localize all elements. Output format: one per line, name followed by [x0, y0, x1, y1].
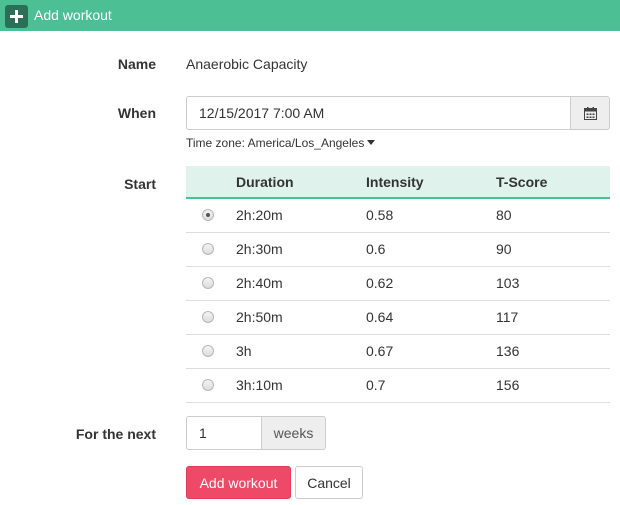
caret-down-icon — [367, 140, 376, 145]
column-header-tscore: T-Score — [496, 166, 610, 199]
weeks-count-input[interactable] — [186, 416, 262, 450]
column-header-duration: Duration — [236, 166, 366, 199]
table-header-row: Duration Intensity T-Score — [186, 166, 610, 199]
cell-intensity: 0.6 — [366, 232, 496, 267]
radio-button[interactable] — [202, 311, 214, 323]
table-row[interactable]: 2h:50m 0.64 117 — [186, 300, 610, 335]
cell-duration: 2h:20m — [236, 198, 366, 233]
plus-icon — [5, 5, 28, 28]
when-label: When — [117, 105, 156, 121]
table-row[interactable]: 2h:20m 0.58 80 — [186, 198, 610, 233]
radio-button[interactable] — [202, 345, 214, 357]
start-options-table: Duration Intensity T-Score 2h:20m 0.58 8… — [186, 166, 610, 403]
table-row[interactable]: 3h:10m 0.7 156 — [186, 368, 610, 403]
cell-intensity: 0.64 — [366, 300, 496, 335]
calendar-button[interactable] — [570, 96, 610, 130]
timezone-dropdown[interactable]: Time zone: America/Los_Angeles — [186, 136, 376, 150]
cell-intensity: 0.67 — [366, 334, 496, 369]
cell-tscore: 117 — [496, 300, 610, 335]
radio-button[interactable] — [202, 243, 214, 255]
page-title: Add workout — [34, 7, 112, 23]
radio-button[interactable] — [202, 209, 214, 222]
cell-intensity: 0.62 — [366, 266, 496, 301]
workout-name: Anaerobic Capacity — [186, 56, 308, 72]
cancel-button[interactable]: Cancel — [295, 466, 363, 499]
weeks-unit-label: weeks — [261, 416, 326, 450]
radio-button[interactable] — [202, 379, 214, 391]
add-workout-button[interactable]: Add workout — [186, 466, 291, 499]
cell-tscore: 156 — [496, 368, 610, 403]
timezone-text: Time zone: America/Los_Angeles — [186, 136, 365, 150]
cell-intensity: 0.58 — [366, 198, 496, 233]
for-next-label: For the next — [75, 426, 156, 442]
date-time-input[interactable] — [186, 96, 571, 130]
cell-tscore: 80 — [496, 198, 610, 233]
calendar-icon — [584, 107, 597, 120]
cell-duration: 3h:10m — [236, 368, 366, 403]
table-row[interactable]: 2h:40m 0.62 103 — [186, 266, 610, 301]
cell-duration: 3h — [236, 334, 366, 369]
name-label: Name — [117, 56, 156, 72]
cell-tscore: 90 — [496, 232, 610, 267]
table-row[interactable]: 2h:30m 0.6 90 — [186, 232, 610, 267]
cell-duration: 2h:40m — [236, 266, 366, 301]
cell-intensity: 0.7 — [366, 368, 496, 403]
column-header-intensity: Intensity — [366, 166, 496, 199]
table-row[interactable]: 3h 0.67 136 — [186, 334, 610, 369]
cell-tscore: 136 — [496, 334, 610, 369]
start-label: Start — [124, 176, 156, 192]
cell-tscore: 103 — [496, 266, 610, 301]
cell-duration: 2h:30m — [236, 232, 366, 267]
page-header: Add workout — [0, 0, 620, 31]
radio-button[interactable] — [202, 277, 214, 289]
cell-duration: 2h:50m — [236, 300, 366, 335]
